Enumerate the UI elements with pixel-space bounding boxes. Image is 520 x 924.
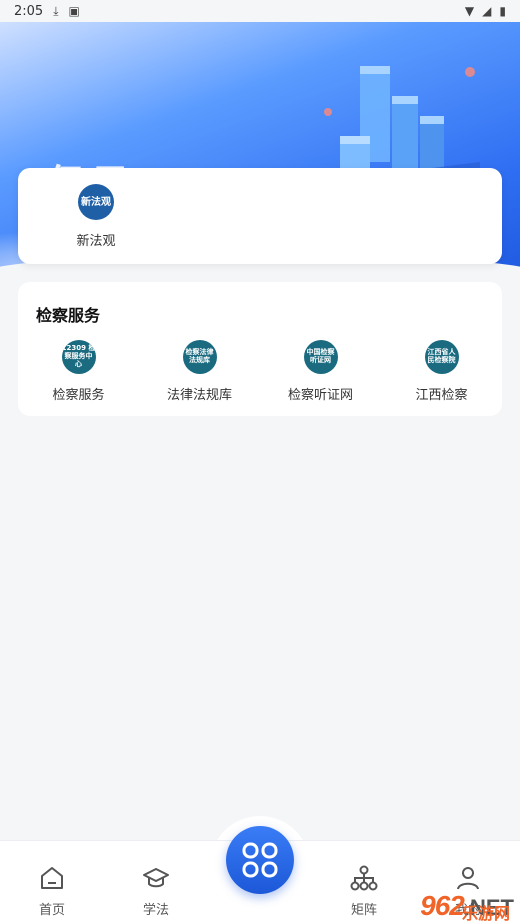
wifi-icon: ▼ (464, 4, 475, 18)
service-12309-logo-icon: 12309 检察服务中心 (61, 340, 96, 374)
hearing-network-logo-icon: 中国检察听证网 (303, 340, 338, 374)
service-item-falv-faguiku[interactable]: 检察法律法规库 法律法规库 (139, 340, 260, 403)
status-time: 2:05 (14, 3, 44, 19)
service-item-label: 江西检察 (415, 388, 468, 403)
services-grid: 12309 检察服务中心 检察服务 检察法律法规库 法律法规库 中国检察听证网 … (18, 340, 502, 403)
service-item-label: 检察服务 (52, 388, 105, 403)
law-library-logo-icon: 检察法律法规库 (182, 340, 217, 374)
logo-text: 中国检察听证网 (306, 348, 335, 364)
featured-item-label: 新法观 (76, 234, 116, 249)
org-chart-icon (349, 863, 379, 893)
nav-label-home: 首页 (38, 903, 65, 918)
xinfaguan-logo-icon: 新法观 (78, 184, 114, 220)
nav-item-xuefa[interactable]: 学法 (104, 841, 208, 924)
services-title: 检察服务 (36, 306, 101, 325)
nav-label-juzhen: 矩阵 (350, 903, 377, 918)
jiangxi-procuratorate-logo-icon: 江西省人民检察院 (424, 340, 459, 374)
nav-item-juzhen[interactable]: 矩阵 (312, 841, 416, 924)
apps-grid-icon (242, 842, 278, 878)
featured-card: 新法观 新法观 (18, 168, 502, 264)
logo-text: 江西省人民检察院 (427, 348, 456, 364)
nav-item-home[interactable]: 首页 (0, 841, 104, 924)
graduation-cap-icon (141, 863, 171, 893)
user-icon (453, 863, 483, 893)
logo-text: 检察法律法规库 (185, 348, 214, 364)
service-item-label: 法律法规库 (166, 388, 232, 403)
download-icon: ⤓ (53, 4, 59, 18)
home-icon (37, 863, 67, 893)
logo-text: 12309 检察服务中心 (61, 344, 96, 368)
battery-icon: ▮ (499, 4, 506, 18)
featured-item-xinfaguan[interactable]: 新法观 新法观 (52, 184, 140, 249)
service-item-jiancha-fuwu[interactable]: 12309 检察服务中心 检察服务 (18, 340, 139, 403)
site-watermark-logo: 962.NET 乐游网 (420, 890, 514, 923)
services-card: 检察服务 12309 检察服务中心 检察服务 检察法律法规库 法律法规库 中国检… (18, 282, 502, 416)
service-item-jiangxi-jiancha[interactable]: 江西省人民检察院 江西检察 (381, 340, 502, 403)
nav-label-xuefa: 学法 (142, 903, 169, 918)
service-item-label: 检察听证网 (287, 388, 353, 403)
notification-a-icon: ▣ (68, 4, 80, 18)
logo-text: 新法观 (81, 196, 111, 208)
signal-icon: ◢ (482, 4, 492, 18)
watermark-main: 962 (420, 890, 465, 921)
service-item-tingzheng-wang[interactable]: 中国检察听证网 检察听证网 (260, 340, 381, 403)
watermark-sub: 乐游网 (461, 906, 510, 923)
status-bar: 2:05 ⤓ ▣ ▼ ◢ ▮ (0, 0, 520, 22)
center-apps-button[interactable] (226, 826, 294, 894)
